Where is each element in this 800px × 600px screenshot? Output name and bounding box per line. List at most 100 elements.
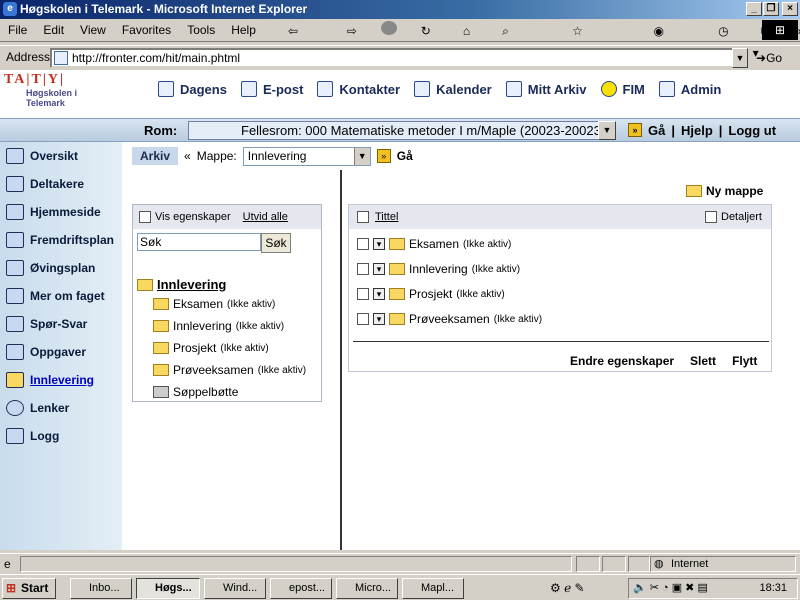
tree-item[interactable]: Eksamen (Ikke aktiv) <box>153 297 275 311</box>
search-input[interactable]: Søk <box>137 233 261 251</box>
task-maple[interactable]: Mapl... <box>402 578 464 599</box>
list-actions: Endre egenskaper Slett Flytt <box>570 354 792 368</box>
tree-item[interactable]: Prosjekt (Ikke aktiv) <box>153 341 269 355</box>
home-button[interactable]: ⌂ <box>447 20 486 42</box>
back-button[interactable]: ⇦Back▾ <box>272 20 331 82</box>
select-all-checkbox[interactable] <box>357 211 369 223</box>
tree-root[interactable]: Innlevering <box>137 277 226 292</box>
row-checkbox[interactable] <box>357 313 369 325</box>
expand-all-link[interactable]: Utvid alle <box>243 211 288 223</box>
task-inbox[interactable]: Inbo... <box>70 578 132 599</box>
edit-properties-link[interactable]: Endre egenskaper <box>570 354 674 368</box>
search-button[interactable]: ⌕Search <box>486 20 556 60</box>
folder-icon <box>389 313 405 325</box>
nav-kontakter[interactable]: Kontakter <box>317 78 400 100</box>
tree-item[interactable]: Prøveeksamen (Ikke aktiv) <box>153 363 306 377</box>
overview-icon <box>6 148 24 164</box>
folder-open-icon <box>137 278 153 291</box>
nav-mitt-arkiv[interactable]: Mitt Arkiv <box>505 78 587 100</box>
sidebar-item-hjemmeside[interactable]: Hjemmeside <box>6 204 101 220</box>
minimize-button[interactable]: _ <box>746 2 762 16</box>
address-dropdown-button[interactable]: ▼ <box>732 48 748 68</box>
restore-button[interactable]: ❐ <box>763 2 779 16</box>
room-select[interactable]: Fellesrom: 000 Matematiske metoder I m/M… <box>188 121 616 140</box>
sidebar-item-logg[interactable]: Logg <box>6 428 59 444</box>
forward-button[interactable]: ⇨▾ <box>331 20 373 60</box>
go-button[interactable]: ➜Go <box>756 48 798 68</box>
sidebar-item-fremdriftsplan[interactable]: Fremdriftsplan <box>6 232 114 248</box>
sidebar-item-oppgaver[interactable]: Oppgaver <box>6 344 86 360</box>
title-column-header[interactable]: Tittel <box>375 211 398 223</box>
folder-go-link[interactable]: Gå <box>397 149 413 163</box>
list-item[interactable]: ▾ Prøveeksamen (Ikke aktiv) <box>357 312 542 326</box>
globe-icon: ◍ <box>654 558 664 570</box>
close-button[interactable]: × <box>782 2 798 16</box>
sidebar-item-mer-om-faget[interactable]: Mer om faget <box>6 288 105 304</box>
search-button[interactable]: Søk <box>261 233 291 253</box>
new-folder-button[interactable]: Ny mappe <box>686 184 763 198</box>
sidebar-item-innlevering[interactable]: Innlevering <box>6 372 94 388</box>
refresh-button[interactable]: ↻ <box>405 20 447 42</box>
tree-trash[interactable]: Søppelbøtte <box>153 385 238 399</box>
status-cell <box>576 556 600 572</box>
nav-kalender[interactable]: Kalender <box>414 78 492 100</box>
nav-epost[interactable]: E-post <box>240 78 303 100</box>
tab-arkiv[interactable]: Arkiv <box>132 147 179 165</box>
nav-dagens[interactable]: Dagens <box>158 78 227 100</box>
list-item[interactable]: ▾ Innlevering (Ikke aktiv) <box>357 262 520 276</box>
show-properties-checkbox[interactable] <box>139 211 151 223</box>
tray-icons[interactable]: 🔈 ✂ ◔ ▣ ✖ ▤ <box>633 581 708 594</box>
address-input[interactable]: http://fronter.com/hit/main.phtml <box>50 48 748 68</box>
folder-select[interactable]: Innlevering ▼ <box>242 146 371 166</box>
sidebar-item-lenker[interactable]: Lenker <box>6 400 69 416</box>
folder-icon <box>389 263 405 275</box>
nav-fim[interactable]: FIM <box>600 78 645 100</box>
school-logo[interactable]: TA|T|Y| Høgskolen i Telemark <box>4 72 114 114</box>
pane-divider[interactable] <box>340 170 342 550</box>
status-text <box>20 556 572 572</box>
list-item[interactable]: ▾ Eksamen (Ikke aktiv) <box>357 237 511 251</box>
dropdown-icon[interactable]: ▾ <box>373 263 385 275</box>
page-icon <box>54 51 68 65</box>
sidebar-item-spor-svar[interactable]: Spør-Svar <box>6 316 87 332</box>
history-button[interactable]: ◷ <box>702 20 744 42</box>
tree-item[interactable]: Innlevering (Ikke aktiv) <box>153 319 284 333</box>
logout-link[interactable]: Logg ut <box>728 123 776 138</box>
standard-toolbar: ⇦Back▾ ⇨▾ ↻ ⌂ ⌕Search ☆Favorites ◉Media … <box>0 19 800 82</box>
contacts-icon <box>317 81 334 97</box>
dropdown-icon[interactable]: ▾ <box>373 313 385 325</box>
task-windows[interactable]: Wind... <box>204 578 266 599</box>
row-checkbox[interactable] <box>357 238 369 250</box>
quicklaunch-icons[interactable]: ⚙ ℯ ✎ <box>550 581 585 595</box>
list-item[interactable]: ▾ Prosjekt (Ikke aktiv) <box>357 287 505 301</box>
folder-tree-panel: Vis egenskaper Utvid alle Søk Søk Innlev… <box>132 204 322 402</box>
delete-link[interactable]: Slett <box>690 354 716 368</box>
sidebar-item-ovingsplan[interactable]: Øvingsplan <box>6 260 95 276</box>
row-checkbox[interactable] <box>357 288 369 300</box>
stop-button[interactable] <box>373 20 405 42</box>
nav-admin[interactable]: Admin <box>658 78 721 100</box>
show-properties-label: Vis egenskaper <box>155 211 231 223</box>
room-links: » Gå | Hjelp | Logg ut <box>628 123 776 138</box>
row-checkbox[interactable] <box>357 263 369 275</box>
room-dropdown-button[interactable]: ▼ <box>598 121 616 140</box>
dropdown-icon[interactable]: ▾ <box>373 238 385 250</box>
folder-icon <box>153 364 169 376</box>
ie-icon: e <box>3 2 17 16</box>
back-chevron-icon[interactable]: « <box>184 149 191 163</box>
status-cell <box>628 556 650 572</box>
media-button[interactable]: ◉Media <box>637 20 702 60</box>
dropdown-icon[interactable]: ▾ <box>373 288 385 300</box>
sidebar-item-deltakere[interactable]: Deltakere <box>6 176 84 192</box>
task-microsoft[interactable]: Micro... <box>336 578 398 599</box>
task-hogskolen[interactable]: Høgs... <box>136 578 200 599</box>
task-epost[interactable]: epost... <box>270 578 332 599</box>
move-link[interactable]: Flytt <box>732 354 757 368</box>
sidebar-item-oversikt[interactable]: Oversikt <box>6 148 78 164</box>
room-go-link[interactable]: Gå <box>648 123 665 138</box>
favorites-button[interactable]: ☆Favorites <box>556 20 637 60</box>
start-button[interactable]: ⊞ Start <box>2 578 56 599</box>
folder-icon <box>6 288 24 304</box>
help-link[interactable]: Hjelp <box>681 123 713 138</box>
detailed-checkbox[interactable] <box>705 211 717 223</box>
